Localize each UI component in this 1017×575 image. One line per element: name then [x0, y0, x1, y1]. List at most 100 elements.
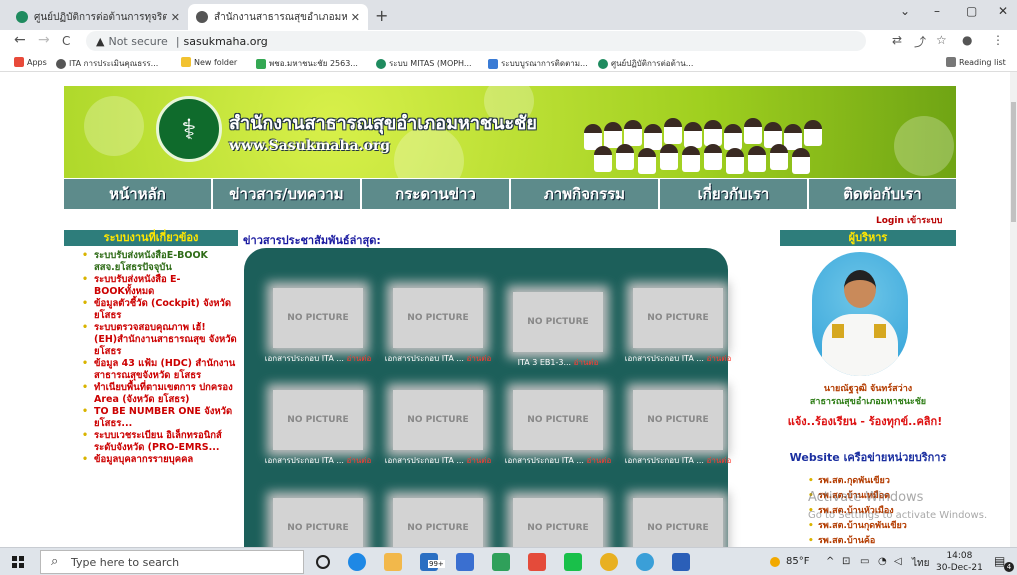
- read-more-link[interactable]: อ่านต่อ: [347, 354, 372, 363]
- complaint-link[interactable]: แจ้ง..ร้องเรียน - ร้องทุกข์..คลิก!: [770, 412, 960, 430]
- menu-contact[interactable]: ติดต่อกับเรา: [809, 179, 956, 209]
- network-link[interactable]: รพ.สต.บ้านกุดพันเขียว: [808, 519, 907, 534]
- login-link[interactable]: Login เข้าระบบ: [876, 213, 942, 227]
- share-icon[interactable]: ⤴: [914, 33, 926, 50]
- close-tab-icon[interactable]: ✕: [351, 11, 360, 24]
- bookmark-new-folder[interactable]: New folder: [181, 57, 237, 67]
- news-title[interactable]: เอกสารประกอบ ITA ...: [265, 354, 344, 363]
- app-icon[interactable]: [492, 553, 510, 571]
- reload-icon[interactable]: C: [62, 34, 70, 48]
- news-title[interactable]: เอกสารประกอบ ITA ...: [385, 456, 464, 465]
- menu-webboard[interactable]: กระดานข่าว: [362, 179, 511, 209]
- news-thumbnail[interactable]: NO PICTURE: [633, 498, 723, 547]
- news-thumbnail[interactable]: NO PICTURE: [633, 390, 723, 450]
- scrollbar-thumb[interactable]: [1011, 102, 1016, 222]
- scrollbar[interactable]: [1010, 72, 1017, 547]
- battery-icon[interactable]: ▭: [860, 556, 869, 567]
- show-hidden-icons[interactable]: ^: [826, 556, 834, 567]
- forward-icon[interactable]: →: [38, 32, 50, 48]
- language-indicator[interactable]: ไทย: [912, 556, 929, 571]
- back-icon[interactable]: ←: [14, 32, 26, 48]
- news-thumbnail[interactable]: NO PICTURE: [393, 288, 483, 348]
- news-title[interactable]: เอกสารประกอบ ITA ...: [265, 456, 344, 465]
- network-link[interactable]: รพ.สต.กุดพันเขียว: [808, 474, 907, 489]
- read-more-link[interactable]: อ่านต่อ: [707, 456, 732, 465]
- read-more-link[interactable]: อ่านต่อ: [467, 456, 492, 465]
- reading-list[interactable]: Reading list: [946, 57, 1006, 67]
- news-thumbnail[interactable]: NO PICTURE: [513, 498, 603, 547]
- bookmark-mitas[interactable]: ระบบ MITAS (MOPH...: [376, 57, 472, 70]
- news-card[interactable]: NO PICTURE ITA 3 EB1-3... อ่านต่อ: [502, 292, 614, 368]
- news-title[interactable]: เอกสารประกอบ ITA ...: [625, 354, 704, 363]
- weather-icon[interactable]: [770, 557, 780, 567]
- news-thumbnail[interactable]: NO PICTURE: [273, 288, 363, 348]
- list-item[interactable]: ระบบตรวจสอบคุณภาพ เฮ้! (EH)สำนักงานสาธาร…: [80, 322, 240, 358]
- bookmark-ita[interactable]: ITA การประเมินคุณธรร...: [56, 57, 158, 70]
- url-field[interactable]: ▲ Not secure | sasukmaha.org: [86, 31, 866, 51]
- news-card[interactable]: NO PICTURE เอกสารประกอบ ITA ... อ่านต่อ: [382, 390, 494, 466]
- bookmark-phcho[interactable]: พชอ.มหาชนะชัย 2563...: [256, 57, 358, 70]
- read-more-link[interactable]: อ่านต่อ: [347, 456, 372, 465]
- list-item[interactable]: ระบบเวชระเบียน อิเล็กทรอนิกส์ระดับจังหวั…: [80, 430, 240, 454]
- news-card[interactable]: NO PICTURE เอกสารประกอบ ITA ... อ่านต่อ: [382, 288, 494, 364]
- menu-icon[interactable]: ⋮: [992, 33, 1004, 47]
- menu-home[interactable]: หน้าหลัก: [64, 179, 213, 209]
- clock[interactable]: 14:08 30-Dec-21: [936, 550, 983, 574]
- news-thumbnail[interactable]: NO PICTURE: [273, 390, 363, 450]
- windows-start-icon[interactable]: [12, 556, 24, 568]
- news-card[interactable]: NO PICTURE: [262, 498, 374, 547]
- bookmark-integration[interactable]: ระบบบูรณาการติดตาม...: [488, 57, 588, 70]
- minimize-button[interactable]: –: [934, 4, 940, 18]
- bookmark-center[interactable]: ศูนย์ปฏิบัติการต่อต้าน...: [598, 57, 693, 70]
- news-card[interactable]: NO PICTURE เอกสารประกอบ ITA ... อ่านต่อ: [502, 390, 614, 466]
- cortana-icon[interactable]: [316, 555, 330, 569]
- news-card[interactable]: NO PICTURE เอกสารประกอบ ITA ... อ่านต่อ: [622, 288, 734, 364]
- list-item[interactable]: ทำเนียบพื้นที่ตามเขตการ ปกครอง Area (จัง…: [80, 382, 240, 406]
- read-more-link[interactable]: อ่านต่อ: [587, 456, 612, 465]
- volume-icon[interactable]: ◁: [894, 556, 902, 567]
- file-explorer-icon[interactable]: [384, 553, 402, 571]
- app-globe-icon[interactable]: [636, 553, 654, 571]
- tab-sasukmaha[interactable]: สำนักงานสาธารณสุขอำเภอมหาชนะชัย ✕: [188, 4, 368, 30]
- news-card[interactable]: NO PICTURE เอกสารประกอบ ITA ... อ่านต่อ: [262, 390, 374, 466]
- read-more-link[interactable]: อ่านต่อ: [707, 354, 732, 363]
- news-thumbnail[interactable]: NO PICTURE: [393, 390, 483, 450]
- network-link[interactable]: รพ.สต.บ้านค้อ: [808, 534, 907, 547]
- list-item[interactable]: TO BE NUMBER ONE จังหวัด ยโสธร...: [80, 406, 240, 430]
- news-thumbnail[interactable]: NO PICTURE: [513, 390, 603, 450]
- read-more-link[interactable]: อ่านต่อ: [467, 354, 492, 363]
- news-card[interactable]: NO PICTURE: [502, 498, 614, 547]
- news-card[interactable]: NO PICTURE เอกสารประกอบ ITA ... อ่านต่อ: [262, 288, 374, 364]
- news-thumbnail[interactable]: NO PICTURE: [633, 288, 723, 348]
- list-item[interactable]: ข้อมูล 43 แฟ้ม (HDC) สำนักงานสาธารณสุขจั…: [80, 358, 240, 382]
- news-title[interactable]: เอกสารประกอบ ITA ...: [385, 354, 464, 363]
- news-title[interactable]: ITA 3 EB1-3...: [518, 358, 572, 367]
- close-tab-icon[interactable]: ✕: [171, 11, 180, 24]
- list-item[interactable]: ข้อมูลบุคลากรรายบุคคล: [80, 454, 240, 466]
- news-card[interactable]: NO PICTURE: [622, 498, 734, 547]
- line-icon[interactable]: [564, 553, 582, 571]
- list-item[interactable]: ข้อมูลตัวชี้วัด (Cockpit) จังหวัดยโสธร: [80, 298, 240, 322]
- taskbar-search-input[interactable]: ⌕ Type here to search: [40, 550, 304, 574]
- star-icon[interactable]: ☆: [936, 33, 947, 47]
- word-icon[interactable]: [672, 553, 690, 571]
- news-thumbnail[interactable]: NO PICTURE: [513, 292, 603, 352]
- maximize-button[interactable]: ▢: [966, 4, 977, 18]
- close-window-button[interactable]: ✕: [998, 4, 1008, 18]
- profile-icon[interactable]: ●: [962, 33, 972, 47]
- weather-temp[interactable]: 85°F: [786, 556, 809, 567]
- edge-icon[interactable]: [348, 553, 366, 571]
- news-thumbnail[interactable]: NO PICTURE: [273, 498, 363, 547]
- news-card[interactable]: NO PICTURE เอกสารประกอบ ITA ... อ่านต่อ: [622, 390, 734, 466]
- news-thumbnail[interactable]: NO PICTURE: [393, 498, 483, 547]
- powerpoint-icon[interactable]: [528, 553, 546, 571]
- bookmark-apps[interactable]: Apps: [14, 57, 47, 67]
- news-title[interactable]: เอกสารประกอบ ITA ...: [505, 456, 584, 465]
- store-icon[interactable]: [456, 553, 474, 571]
- wifi-icon[interactable]: ◔: [878, 556, 887, 567]
- network-tray-icon[interactable]: ⊡: [842, 556, 850, 567]
- menu-news-articles[interactable]: ข่าวสาร/บทความ: [213, 179, 362, 209]
- read-more-link[interactable]: อ่านต่อ: [574, 358, 599, 367]
- list-item[interactable]: ระบบรับส่งหนังสือ E-BOOKทั้งหมด: [80, 274, 240, 298]
- menu-activities[interactable]: ภาพกิจกรรม: [511, 179, 660, 209]
